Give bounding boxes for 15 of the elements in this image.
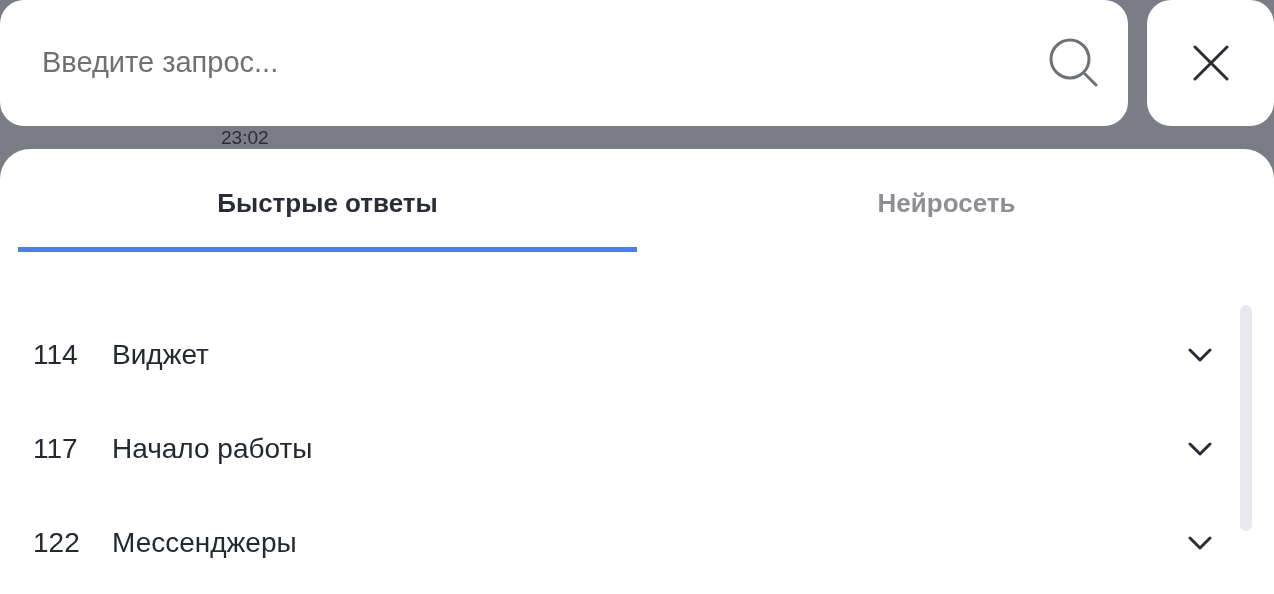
close-icon bbox=[1192, 45, 1229, 81]
search-field[interactable]: Введите запрос... bbox=[0, 0, 1128, 126]
group-title[interactable]: Мессенджеры bbox=[112, 522, 1188, 564]
chevron-down-icon[interactable] bbox=[1188, 348, 1212, 362]
group-title[interactable]: Виджет bbox=[112, 334, 1188, 376]
tab[interactable]: Быстрые ответы bbox=[18, 149, 637, 252]
search-icon bbox=[1048, 37, 1100, 89]
group-title[interactable]: Начало работы bbox=[112, 428, 1188, 470]
group-number: 114 bbox=[33, 338, 79, 372]
group-number: 122 bbox=[33, 526, 81, 560]
chevron-down-icon[interactable] bbox=[1188, 442, 1212, 456]
chevron-down-icon[interactable] bbox=[1188, 536, 1212, 550]
group-number: 117 bbox=[33, 432, 79, 466]
close-button[interactable] bbox=[1147, 0, 1274, 126]
message-time: 23:02 bbox=[221, 128, 269, 147]
